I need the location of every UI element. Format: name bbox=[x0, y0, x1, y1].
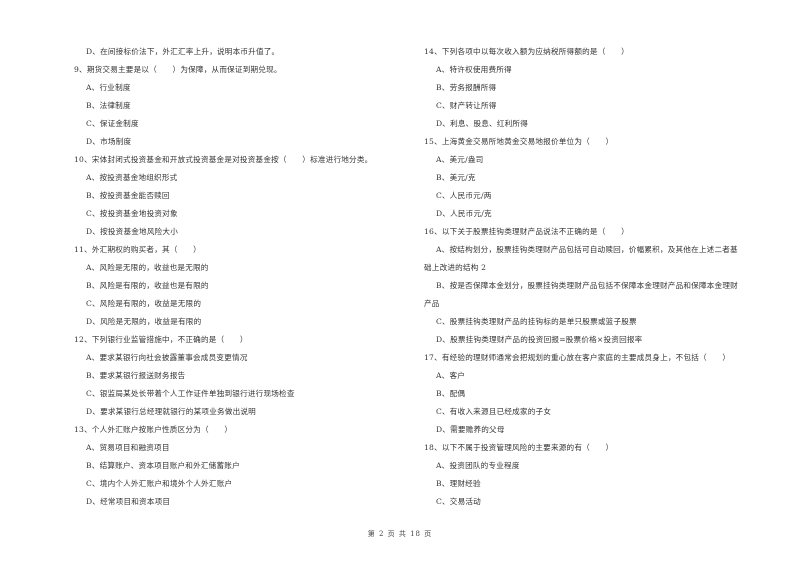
option-text: A、行业制度 bbox=[86, 83, 131, 92]
option-text: C、交易活动 bbox=[436, 497, 481, 506]
option-text: A、贸易项目和融资项目 bbox=[86, 443, 170, 452]
option-text: D、人民币元/克 bbox=[436, 209, 492, 218]
question-text: 16、以下关于股票挂钩类理财产品说法不正确的是（ ） bbox=[424, 227, 629, 236]
option-text: C、有收入来源且已经成家的子女 bbox=[436, 407, 552, 416]
option-text: B、结算账户、资本项目账户和外汇储蓄账户 bbox=[86, 461, 240, 470]
right-column: 14、下列各项中以每次收入额为应纳税所得额的是（ ） A、特许权使用费所得 B、劳务… bbox=[424, 43, 764, 511]
option-text: D、股票挂钩类理财产品的投资回报=股票价格×投资回报率 bbox=[436, 335, 643, 344]
question-text: 14、下列各项中以每次收入额为应纳税所得额的是（ ） bbox=[424, 47, 629, 56]
option-text: B、要求某银行报送财务报告 bbox=[86, 371, 186, 380]
question-text: 15、上海黄金交易所地黄金交易地报价单位为（ ） bbox=[424, 137, 614, 146]
option-text: A、按投资基金地组织形式 bbox=[86, 173, 178, 182]
option-text: C、境内个人外汇账户和境外个人外汇账户 bbox=[86, 479, 233, 488]
option-text: A、特许权使用费所得 bbox=[436, 65, 512, 74]
option-text: A、要求某银行向社会披露董事会成员变更情况 bbox=[86, 353, 248, 362]
option-text: B、按是否保障本金划分，股票挂钩类理财产品包括不保障本金理财产品和保障本金理财 bbox=[436, 281, 738, 290]
option-text: C、股票挂钩类理财产品的挂钩标的是单只股票或篮子股票 bbox=[436, 317, 637, 326]
question-text: 17、有经验的理财师通常会把规划的重心放在客户家庭的主要成员身上，不包括（ ） bbox=[424, 353, 731, 362]
option-text: C、保证金制度 bbox=[86, 119, 139, 128]
question-text: 12、下列银行业监管措施中，不正确的是（ ） bbox=[74, 335, 248, 344]
option-text: B、美元/克 bbox=[436, 173, 476, 182]
option-text: A、风险是无限的，收益也是无限的 bbox=[86, 263, 209, 272]
question-text: 13、个人外汇账户按账户性质区分为（ ） bbox=[74, 425, 233, 434]
option-text: A、投资团队的专业程度 bbox=[436, 461, 520, 470]
left-column: D、在间接标价法下，外汇汇率上升，说明本币升值了。 9、期货交易主要是以（ ）为保… bbox=[74, 43, 404, 511]
question-text: 11、外汇期权的购买者，其（ ） bbox=[74, 245, 201, 254]
option-text-continued: 础上改进的结构 2 bbox=[424, 263, 487, 272]
option-text: D、需要赡养的父母 bbox=[436, 425, 505, 434]
option-text: C、银监局某处长带着个人工作证件单独到银行进行现场检查 bbox=[86, 389, 295, 398]
option-text: C、风险是有限的，收益是无限的 bbox=[86, 299, 202, 308]
page-footer: 第 2 页 共 18 页 bbox=[367, 530, 433, 538]
option-text: D、要求某银行总经理就银行的某项业务做出说明 bbox=[86, 407, 256, 416]
option-text: A、按结构划分，股票挂钩类理财产品包括可自动赎回，价幅累积，及其他在上述二者基 bbox=[436, 245, 738, 254]
question-text: 18、以下不属于投资管理风险的主要来源的有（ ） bbox=[424, 443, 614, 452]
option-text: B、配偶 bbox=[436, 389, 466, 398]
option-text: B、按投资基金能否赎回 bbox=[86, 191, 170, 200]
option-text: D、按投资基金地风险大小 bbox=[86, 227, 179, 236]
option-text: C、财产转让所得 bbox=[436, 101, 497, 110]
option-text: B、劳务报酬所得 bbox=[436, 83, 497, 92]
option-text: B、理财经验 bbox=[436, 479, 481, 488]
option-text: D、风险是无限的，收益是有限的 bbox=[86, 317, 202, 326]
option-text: D、经常项目和资本项目 bbox=[86, 497, 171, 506]
option-text: A、客户 bbox=[436, 371, 466, 380]
question-text: 10、宋体封闭式投资基金和开放式投资基金是对投资基金按（ ）标准进行地分类。 bbox=[74, 155, 373, 164]
option-text: C、按投资基金地投资对象 bbox=[86, 209, 178, 218]
option-text: A、美元/盎司 bbox=[436, 155, 484, 164]
option-text: D、在间接标价法下，外汇汇率上升，说明本币升值了。 bbox=[86, 47, 280, 56]
question-text: 9、期货交易主要是以（ ）为保障，从而保证到期兑现。 bbox=[74, 65, 282, 74]
option-text: C、人民币元/两 bbox=[436, 191, 492, 200]
option-text: D、市场制度 bbox=[86, 137, 132, 146]
option-text: B、风险是有限的，收益也是有限的 bbox=[86, 281, 209, 290]
option-text-continued: 产品 bbox=[424, 299, 440, 308]
option-text: B、法律制度 bbox=[86, 101, 131, 110]
option-text: D、利息、股息、红利所得 bbox=[436, 119, 529, 128]
